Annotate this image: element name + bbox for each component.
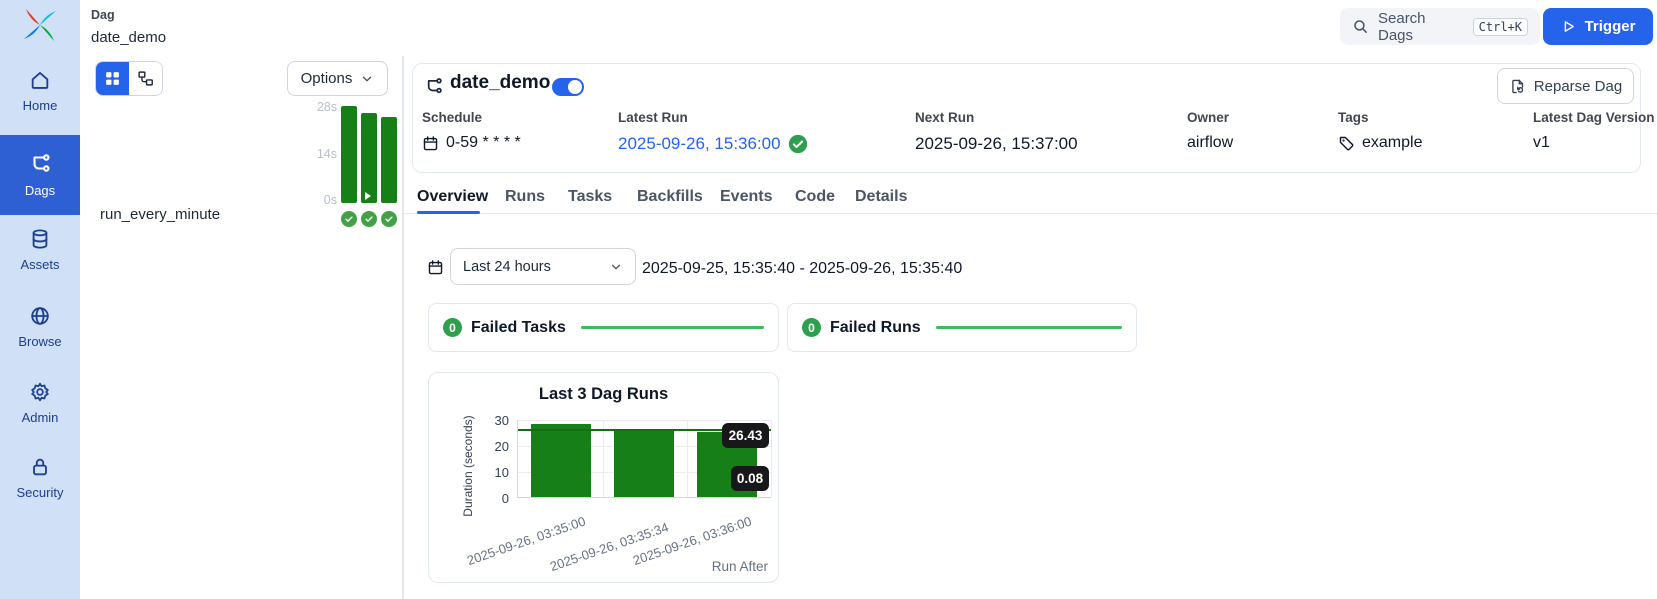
y-tick: 20: [483, 439, 509, 454]
tag-icon: [1338, 135, 1355, 152]
duration-tick: 28s: [300, 100, 337, 114]
sidebar-item-security[interactable]: Security: [0, 450, 80, 506]
y-tick: 0: [483, 491, 509, 506]
reparse-dag-button[interactable]: Reparse Dag: [1497, 68, 1634, 104]
tab-runs[interactable]: Runs: [505, 188, 545, 206]
sidebar-item-label: Home: [23, 98, 58, 113]
failed-runs-card: 0 Failed Runs: [787, 303, 1137, 352]
sidebar-item-assets[interactable]: Assets: [0, 222, 80, 278]
security-icon: [29, 456, 51, 478]
sidebar-item-dags[interactable]: Dags: [0, 135, 80, 215]
graph-view-button[interactable]: [129, 62, 162, 95]
browse-icon: [29, 305, 51, 327]
tab-code[interactable]: Code: [795, 188, 835, 206]
grid-view-button[interactable]: [96, 62, 129, 95]
success-check-icon: [788, 134, 808, 154]
failed-runs-count: 0: [802, 318, 821, 337]
search-icon: [1352, 18, 1369, 35]
sidebar-item-label: Assets: [20, 257, 59, 272]
sidebar-item-admin[interactable]: Admin: [0, 375, 80, 431]
assets-icon: [29, 228, 51, 250]
task-instance-success-icon[interactable]: [341, 211, 357, 227]
dag-run-bar[interactable]: [361, 113, 377, 203]
x-axis-label: Run After: [712, 559, 768, 574]
breadcrumb[interactable]: Dag: [91, 8, 115, 22]
tab-overview[interactable]: Overview: [417, 188, 488, 206]
active-tab-indicator: [417, 211, 480, 214]
sidebar: Home Dags Assets: [0, 0, 80, 599]
sidebar-item-label: Admin: [22, 410, 59, 425]
info-tags: Tags example: [1338, 110, 1422, 152]
calendar-icon: [422, 135, 439, 152]
tab-backfills[interactable]: Backfills: [637, 188, 703, 206]
admin-icon: [29, 381, 51, 403]
duration-bar: [614, 429, 674, 497]
tag-value[interactable]: example: [1362, 134, 1422, 152]
task-instance-success-icon[interactable]: [361, 211, 377, 227]
options-button[interactable]: Options: [287, 61, 388, 96]
info-schedule: Schedule 0-59 * * * *: [422, 110, 521, 152]
duration-bar: [531, 424, 591, 497]
sidebar-item-label: Browse: [18, 334, 61, 349]
y-tick: 10: [483, 465, 509, 480]
play-icon: [1561, 19, 1576, 34]
dags-icon: [28, 152, 52, 176]
breadcrumb-current: date_demo: [91, 29, 166, 46]
chevron-down-icon: [360, 72, 374, 86]
y-tick: 30: [483, 413, 509, 428]
latest-run-link[interactable]: 2025-09-26, 15:36:00: [618, 134, 781, 154]
chevron-down-icon: [609, 260, 623, 274]
dag-pause-toggle[interactable]: [552, 78, 584, 96]
chart-tooltip-value: 0.08: [731, 466, 769, 491]
panel-splitter[interactable]: [402, 56, 404, 599]
task-instance-success-icon[interactable]: [381, 211, 397, 227]
info-latest-dag-version: Latest Dag Version v1: [1533, 110, 1655, 152]
search-input[interactable]: Search Dags Ctrl+K: [1340, 8, 1540, 45]
info-latest-run: Latest Run 2025-09-26, 15:36:00: [618, 110, 808, 154]
tab-tasks[interactable]: Tasks: [568, 188, 612, 206]
failed-tasks-count: 0: [443, 318, 462, 337]
toggle-knob: [568, 80, 582, 94]
search-shortcut: Ctrl+K: [1473, 18, 1528, 36]
reparse-icon: [1509, 78, 1526, 95]
dag-run-bar[interactable]: [341, 106, 357, 203]
last-3-dag-runs-chart: Last 3 Dag Runs 30 20 10 0 Duration (sec…: [428, 372, 779, 583]
dag-run-bar[interactable]: [381, 117, 397, 203]
sidebar-item-label: Dags: [25, 183, 55, 198]
tab-events[interactable]: Events: [720, 188, 772, 206]
time-range-text: 2025-09-25, 15:35:40 - 2025-09-26, 15:35…: [642, 260, 962, 278]
tab-details[interactable]: Details: [855, 188, 907, 206]
chart-title: Last 3 Dag Runs: [429, 385, 778, 404]
stat-trend-line: [581, 326, 764, 329]
time-range-select[interactable]: Last 24 hours: [450, 248, 636, 285]
chart-tooltip-value: 26.43: [722, 423, 769, 448]
duration-tick: 14s: [300, 147, 337, 161]
sidebar-item-browse[interactable]: Browse: [0, 299, 80, 355]
sidebar-item-home[interactable]: Home: [0, 62, 80, 120]
home-icon: [29, 69, 51, 91]
calendar-icon: [427, 259, 444, 276]
dag-title: date_demo: [450, 72, 550, 94]
duration-tick: 0s: [300, 193, 337, 207]
y-axis-label: Duration (seconds): [461, 413, 475, 519]
info-owner: Owner airflow: [1187, 110, 1233, 152]
task-name[interactable]: run_every_minute: [100, 206, 220, 223]
failed-tasks-card: 0 Failed Tasks: [428, 303, 779, 352]
tabs-divider: [402, 213, 1657, 214]
info-next-run: Next Run 2025-09-26, 15:37:00: [915, 110, 1078, 154]
dag-icon: [423, 76, 444, 97]
view-toggle: [95, 61, 163, 96]
play-marker-icon: [365, 192, 371, 200]
stat-trend-line: [936, 326, 1122, 329]
sidebar-item-label: Security: [17, 485, 64, 500]
airflow-logo: [20, 5, 60, 45]
search-placeholder: Search Dags: [1378, 10, 1464, 44]
trigger-button[interactable]: Trigger: [1543, 8, 1653, 45]
